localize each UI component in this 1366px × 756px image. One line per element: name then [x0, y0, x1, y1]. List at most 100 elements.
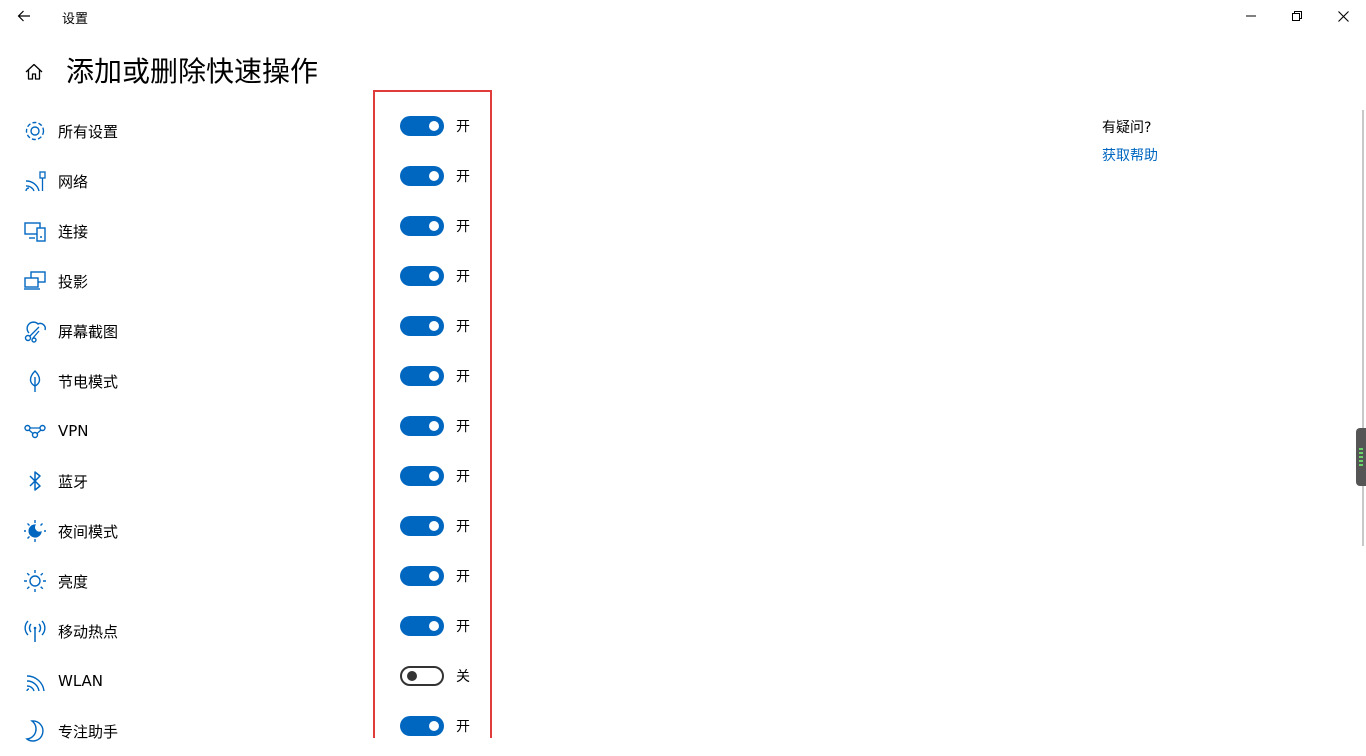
- toggle-switch[interactable]: [400, 266, 444, 286]
- toggle-state-label: 开: [456, 219, 470, 235]
- toggle-switch[interactable]: [400, 116, 444, 136]
- toggle-mobile-hotspot[interactable]: 开: [400, 614, 470, 638]
- toggle-switch[interactable]: [400, 566, 444, 586]
- toggle-switch[interactable]: [400, 666, 444, 686]
- toggle-switch[interactable]: [400, 716, 444, 736]
- wifi-icon: [20, 666, 50, 696]
- action-label: 专注助手: [58, 722, 119, 741]
- toggle-all-settings[interactable]: 开: [400, 114, 470, 138]
- brightness-icon: [20, 566, 50, 596]
- toggle-switch[interactable]: [400, 366, 444, 386]
- toggle-switch[interactable]: [400, 466, 444, 486]
- back-button[interactable]: [10, 4, 38, 28]
- toggle-knob: [429, 221, 439, 231]
- toggle-knob: [429, 321, 439, 331]
- back-arrow-icon: [17, 10, 30, 22]
- minimize-button[interactable]: [1228, 0, 1274, 32]
- action-label: 亮度: [58, 572, 89, 591]
- get-help-link[interactable]: 获取帮助: [1102, 145, 1158, 165]
- toggle-state-label: 开: [456, 269, 470, 285]
- action-item-wlan[interactable]: WLAN: [20, 656, 350, 706]
- toggle-focus-assist[interactable]: 开: [400, 714, 470, 738]
- toggle-wlan[interactable]: 关: [400, 664, 470, 688]
- action-label: 所有设置: [58, 122, 119, 141]
- toggle-switch[interactable]: [400, 516, 444, 536]
- gear-icon: [20, 116, 50, 146]
- action-item-screen-snip[interactable]: 屏幕截图: [20, 306, 350, 356]
- action-item-brightness[interactable]: 亮度: [20, 556, 350, 606]
- grip-icon: [1359, 448, 1363, 466]
- action-item-network[interactable]: 网络: [20, 156, 350, 206]
- toggle-connect[interactable]: 开: [400, 214, 470, 238]
- action-label: 连接: [58, 222, 89, 241]
- home-button[interactable]: [20, 58, 48, 86]
- action-item-battery-saver[interactable]: 节电模式: [20, 356, 350, 406]
- bluetooth-icon: [20, 466, 50, 496]
- toggle-state-label: 开: [456, 519, 470, 535]
- toggle-switch[interactable]: [400, 216, 444, 236]
- toggle-state-label: 开: [456, 419, 470, 435]
- toggle-state-label: 开: [456, 319, 470, 335]
- toggle-state-label: 开: [456, 169, 470, 185]
- toggle-knob: [429, 371, 439, 381]
- action-item-project[interactable]: 投影: [20, 256, 350, 306]
- toggle-switch[interactable]: [400, 166, 444, 186]
- action-label: VPN: [58, 422, 89, 440]
- action-item-all-settings[interactable]: 所有设置: [20, 106, 350, 156]
- toggle-screen-snip[interactable]: 开: [400, 314, 470, 338]
- connect-icon: [20, 216, 50, 246]
- minimize-icon: [1246, 15, 1256, 17]
- toggle-state-label: 开: [456, 469, 470, 485]
- vpn-icon: [20, 416, 50, 446]
- battery-saver-icon: [20, 366, 50, 396]
- focus-assist-icon: [20, 716, 50, 746]
- action-label: 节电模式: [58, 372, 119, 391]
- toggle-state-label: 开: [456, 719, 470, 735]
- toggle-switch[interactable]: [400, 616, 444, 636]
- toggle-state-label: 开: [456, 369, 470, 385]
- snip-icon: [20, 316, 50, 346]
- app-title: 设置: [62, 12, 89, 27]
- title-bar: 设置: [0, 0, 1366, 32]
- action-item-focus-assist[interactable]: 专注助手: [20, 706, 350, 756]
- page-title: 添加或删除快速操作: [66, 55, 319, 88]
- toggle-brightness[interactable]: 开: [400, 564, 470, 588]
- home-icon: [25, 63, 43, 80]
- action-label: 屏幕截图: [58, 322, 119, 341]
- action-label: WLAN: [58, 672, 104, 690]
- toggle-knob: [429, 121, 439, 131]
- toggle-project[interactable]: 开: [400, 264, 470, 288]
- toggle-night-light[interactable]: 开: [400, 514, 470, 538]
- toggle-battery-saver[interactable]: 开: [400, 364, 470, 388]
- toggle-knob: [429, 721, 439, 731]
- action-label: 网络: [58, 172, 89, 191]
- toggle-knob: [429, 271, 439, 281]
- toggle-bluetooth[interactable]: 开: [400, 464, 470, 488]
- toggle-vpn[interactable]: 开: [400, 414, 470, 438]
- action-item-vpn[interactable]: VPN: [20, 406, 350, 456]
- toggle-network[interactable]: 开: [400, 164, 470, 188]
- toggle-state-label: 开: [456, 619, 470, 635]
- action-item-connect[interactable]: 连接: [20, 206, 350, 256]
- action-label: 投影: [58, 272, 89, 291]
- hotspot-icon: [20, 616, 50, 646]
- action-item-night-light[interactable]: 夜间模式: [20, 506, 350, 556]
- toggle-knob: [407, 671, 417, 681]
- restore-icon: [1292, 11, 1302, 21]
- toggle-knob: [429, 571, 439, 581]
- network-icon: [20, 166, 50, 196]
- action-label: 移动热点: [58, 622, 119, 641]
- action-label: 夜间模式: [58, 522, 119, 541]
- toggle-knob: [429, 621, 439, 631]
- toggle-switch[interactable]: [400, 416, 444, 436]
- close-icon: [1337, 10, 1349, 22]
- toggle-switch[interactable]: [400, 316, 444, 336]
- action-item-bluetooth[interactable]: 蓝牙: [20, 456, 350, 506]
- toggle-knob: [429, 521, 439, 531]
- action-item-mobile-hotspot[interactable]: 移动热点: [20, 606, 350, 656]
- action-label: 蓝牙: [58, 472, 89, 491]
- scrollbar-thumb[interactable]: [1356, 428, 1366, 486]
- close-button[interactable]: [1320, 0, 1366, 32]
- toggle-state-label: 关: [456, 669, 470, 685]
- restore-button[interactable]: [1274, 0, 1320, 32]
